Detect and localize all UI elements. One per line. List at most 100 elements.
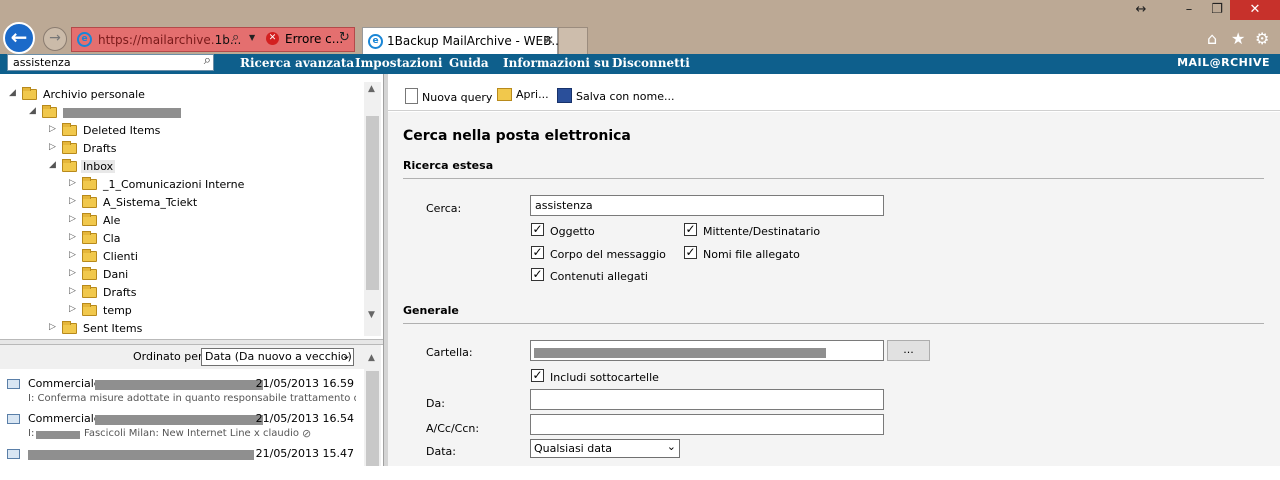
back-button[interactable]: ← <box>3 22 35 54</box>
sort-select[interactable]: Data (Da nuovo a vecchio) ⌄ <box>201 348 354 366</box>
redacted-sender <box>95 380 263 390</box>
collapsed-arrow-icon[interactable]: ▷ <box>69 268 77 278</box>
divider <box>403 178 1264 179</box>
da-label: Da: <box>426 397 445 410</box>
expanded-arrow-icon[interactable]: ◢ <box>29 106 37 116</box>
folder-tree: ◢ Archivio personale ◢ ▷ Deleted Items ▷ D… <box>9 87 245 335</box>
refresh-icon[interactable]: ↻ <box>339 30 350 45</box>
url-prefix: https://mailarchive. <box>98 33 215 47</box>
oggetto-checkbox[interactable]: ✓ <box>531 223 544 236</box>
scroll-thumb[interactable] <box>366 371 379 466</box>
mail-row[interactable]: 21/05/2013 15.47 <box>0 446 364 480</box>
includi-checkbox[interactable]: ✓ <box>531 369 544 382</box>
browser-tab-active[interactable]: e 1Backup MailArchive - WEB... ✕ <box>362 27 563 54</box>
collapsed-arrow-icon[interactable]: ▷ <box>69 178 77 188</box>
folder-icon <box>22 87 37 100</box>
mittente-checkbox[interactable]: ✓ <box>684 223 697 236</box>
menu-disconnetti[interactable]: Disconnetti <box>612 56 690 70</box>
folder-icon <box>62 141 77 154</box>
nomi-file-label: Nomi file allegato <box>703 248 800 261</box>
new-query-button[interactable]: Nuova query <box>405 88 492 104</box>
chevron-down-icon[interactable]: ⌄ <box>342 349 351 362</box>
cert-error-icon[interactable]: ✕ <box>266 32 279 45</box>
cartella-input[interactable] <box>530 340 884 361</box>
expanded-arrow-icon[interactable]: ◢ <box>49 160 57 170</box>
menu-ricerca-avanzata[interactable]: Ricerca avanzata <box>240 56 354 70</box>
corpo-checkbox[interactable]: ✓ <box>531 246 544 259</box>
collapsed-arrow-icon[interactable]: ▷ <box>49 322 57 332</box>
envelope-icon <box>7 449 20 459</box>
folder-icon <box>82 267 97 280</box>
ie-page-icon: e <box>77 32 92 47</box>
acc-input[interactable] <box>530 414 884 435</box>
chevron-down-icon[interactable]: ▼ <box>249 33 255 42</box>
sort-label: Ordinato per: <box>133 350 207 363</box>
collapsed-arrow-icon[interactable]: ▷ <box>49 124 57 134</box>
query-toolbar: Nuova query Apri... Salva con nome... <box>388 82 1280 111</box>
scroll-up-icon[interactable]: ▲ <box>368 84 375 94</box>
cerca-input[interactable]: assistenza <box>530 195 884 216</box>
close-tab-icon[interactable]: ✕ <box>544 33 554 47</box>
scroll-thumb[interactable] <box>366 116 379 290</box>
folder-icon <box>82 285 97 298</box>
cartella-label: Cartella: <box>426 346 473 359</box>
collapsed-arrow-icon[interactable]: ▷ <box>69 232 77 242</box>
collapsed-arrow-icon[interactable]: ▷ <box>69 214 77 224</box>
browse-folder-button[interactable]: ... <box>887 340 930 361</box>
da-input[interactable] <box>530 389 884 410</box>
save-as-button[interactable]: Salva con nome... <box>557 88 674 103</box>
new-tab-button[interactable] <box>558 27 588 54</box>
ie-tab-icon: e <box>368 34 383 49</box>
search-icon[interactable]: ⌕ <box>232 30 239 45</box>
collapsed-arrow-icon[interactable]: ▷ <box>49 142 57 152</box>
open-button[interactable]: Apri... <box>497 88 549 101</box>
chevron-down-icon[interactable]: ⌄ <box>667 440 676 453</box>
cert-error-label[interactable]: Errore c... <box>285 32 343 46</box>
search-icon[interactable]: ⌕ <box>204 53 211 68</box>
brand-logo: MAIL@RCHIVE <box>1177 56 1270 69</box>
menu-informazioni[interactable]: Informazioni su <box>503 56 610 70</box>
expanded-arrow-icon[interactable]: ◢ <box>9 88 17 98</box>
mail-row[interactable]: Commerciale 21/05/2013 16.54 I: Fascicol… <box>0 411 364 445</box>
folder-icon <box>62 123 77 136</box>
home-icon[interactable]: ⌂ <box>1207 29 1217 48</box>
folder-icon <box>82 195 97 208</box>
section-generale: Generale <box>403 304 459 317</box>
contenuti-checkbox[interactable]: ✓ <box>531 268 544 281</box>
mail-row[interactable]: Commerciale 21/05/2013 16.59 I: Conferma… <box>0 376 364 410</box>
collapsed-arrow-icon[interactable]: ▷ <box>69 196 77 206</box>
acc-label: A/Cc/Ccn: <box>426 422 480 435</box>
mail-subject-prefix: I: <box>28 428 35 439</box>
resize-icon[interactable]: ↔ <box>1118 0 1164 20</box>
data-value: Qualsiasi data <box>534 442 613 455</box>
scroll-up-icon[interactable]: ▲ <box>368 353 375 363</box>
redacted-folder-path <box>534 348 826 358</box>
quick-search-input[interactable]: assistenza ⌕ <box>7 53 214 71</box>
menu-impostazioni[interactable]: Impostazioni <box>355 56 442 70</box>
menu-guida[interactable]: Guida <box>449 56 489 70</box>
folder-icon <box>82 303 97 316</box>
envelope-icon <box>7 414 20 424</box>
collapsed-arrow-icon[interactable]: ▷ <box>69 304 77 314</box>
nomi-file-checkbox[interactable]: ✓ <box>684 246 697 259</box>
open-folder-icon <box>497 88 512 101</box>
mail-list-scrollbar[interactable]: ▲ <box>364 345 381 466</box>
collapsed-arrow-icon[interactable]: ▷ <box>69 286 77 296</box>
data-label: Data: <box>426 445 456 458</box>
folder-icon <box>42 105 57 118</box>
data-select[interactable]: Qualsiasi data ⌄ <box>530 439 680 458</box>
scroll-down-icon[interactable]: ▼ <box>368 310 375 320</box>
new-document-icon <box>405 88 418 104</box>
favorites-icon[interactable]: ★ <box>1231 29 1245 48</box>
collapsed-arrow-icon[interactable]: ▷ <box>69 250 77 260</box>
redacted-sender <box>95 415 263 425</box>
quick-search-value: assistenza <box>13 56 71 69</box>
tree-scrollbar[interactable]: ▲ ▼ <box>364 82 381 336</box>
mittente-label: Mittente/Destinatario <box>703 225 821 238</box>
forward-button[interactable]: → <box>43 27 67 51</box>
mail-subject: Fascicoli Milan: New Internet Line x cla… <box>84 428 299 439</box>
close-window-button[interactable]: ✕ <box>1230 0 1280 20</box>
includi-label: Includi sottocartelle <box>550 371 659 384</box>
gear-icon[interactable]: ⚙ <box>1255 29 1269 48</box>
page-title: Cerca nella posta elettronica <box>403 128 631 144</box>
